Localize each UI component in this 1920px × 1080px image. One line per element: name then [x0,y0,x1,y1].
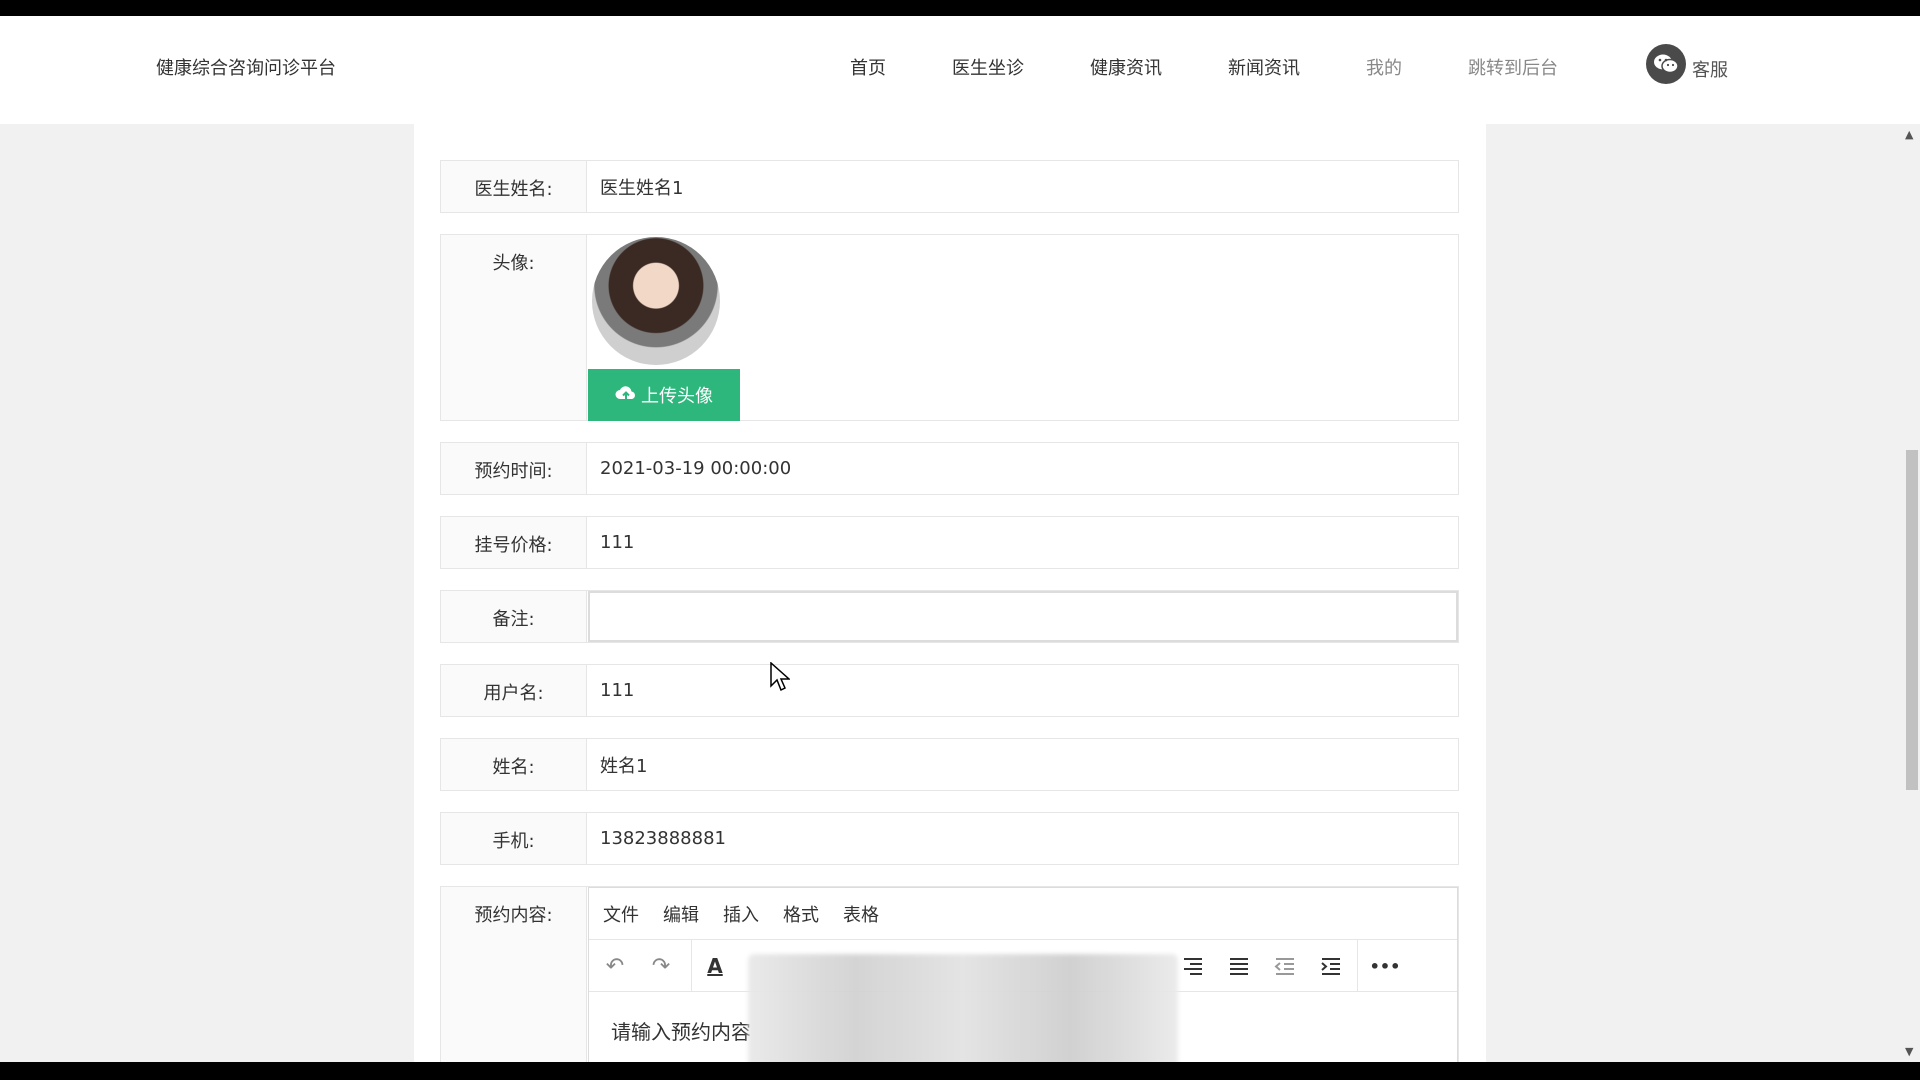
username-field[interactable]: 111 [588,665,1458,716]
name-label: 姓名: [441,739,587,790]
appointment-time-label: 预约时间: [441,443,587,494]
outdent-icon[interactable] [1269,950,1301,982]
avatar-label: 头像: [441,235,587,420]
detail-form-panel: 医生姓名: 医生姓名1 头像: 上传头像 预约时间: 2021-03-19 00… [414,124,1486,1062]
doctor-name-field[interactable]: 医生姓名1 [588,161,1458,212]
upload-avatar-button[interactable]: 上传头像 [588,369,740,421]
browser-viewport: 健康综合咨询问诊平台 首页 医生坐诊 健康资讯 新闻资讯 我的 跳转到后台 客服… [0,16,1920,1062]
avatar-row: 头像: 上传头像 [440,234,1459,421]
align-right-icon[interactable] [1177,950,1209,982]
phone-row: 手机: 13823888881 [440,812,1459,865]
toolbar-divider [691,940,692,992]
username-row: 用户名: 111 [440,664,1459,717]
avatar-area: 上传头像 [588,235,1458,421]
remark-label: 备注: [441,591,587,642]
redo-icon[interactable]: ↷ [645,950,677,982]
menu-format[interactable]: 格式 [783,901,819,927]
editor-menubar: 文件 编辑 插入 格式 表格 [589,888,1457,940]
align-justify-icon[interactable] [1223,950,1255,982]
top-navigation-bar: 健康综合咨询问诊平台 首页 医生坐诊 健康资讯 新闻资讯 我的 跳转到后台 客服 [0,16,1920,124]
name-field[interactable]: 姓名1 [588,739,1458,790]
remark-input[interactable] [588,591,1458,642]
indent-icon[interactable] [1315,950,1347,982]
avatar-image [592,237,720,365]
mouse-cursor-icon [770,661,791,696]
blurred-overlay [748,954,1178,1062]
appointment-time-field[interactable]: 2021-03-19 00:00:00 [588,443,1458,494]
username-label: 用户名: [441,665,587,716]
appointment-time-row: 预约时间: 2021-03-19 00:00:00 [440,442,1459,495]
nav-home[interactable]: 首页 [850,54,886,80]
menu-file[interactable]: 文件 [603,901,639,927]
cloud-upload-icon [615,384,637,407]
nav-backend[interactable]: 跳转到后台 [1468,54,1558,80]
content-label: 预约内容: [441,887,587,1062]
more-icon[interactable]: ••• [1369,950,1401,982]
site-brand[interactable]: 健康综合咨询问诊平台 [156,54,336,80]
doctor-name-label: 医生姓名: [441,161,587,212]
name-row: 姓名: 姓名1 [440,738,1459,791]
menu-edit[interactable]: 编辑 [663,901,699,927]
price-label: 挂号价格: [441,517,587,568]
wechat-icon [1646,44,1686,84]
customer-service[interactable]: 客服 [1646,44,1728,84]
scroll-thumb[interactable] [1906,450,1918,790]
price-field[interactable]: 111 [588,517,1458,568]
nav-health-info[interactable]: 健康资讯 [1090,54,1162,80]
remark-row: 备注: [440,590,1459,643]
undo-icon[interactable]: ↶ [599,950,631,982]
nav-mine[interactable]: 我的 [1366,54,1402,80]
nav-doctor-consultation[interactable]: 医生坐诊 [952,54,1024,80]
price-row: 挂号价格: 111 [440,516,1459,569]
upload-avatar-label: 上传头像 [641,386,713,406]
page-scrollbar[interactable]: ▲ ▼ [1902,124,1920,1062]
service-label: 客服 [1692,60,1728,81]
doctor-name-row: 医生姓名: 医生姓名1 [440,160,1459,213]
menu-table[interactable]: 表格 [843,901,879,927]
main-nav: 首页 医生坐诊 健康资讯 新闻资讯 我的 跳转到后台 [850,54,1624,80]
phone-field[interactable]: 13823888881 [588,813,1458,864]
toolbar-divider [1357,940,1358,992]
text-color-icon[interactable]: A [699,950,731,982]
phone-label: 手机: [441,813,587,864]
menu-insert[interactable]: 插入 [723,901,759,927]
nav-news[interactable]: 新闻资讯 [1228,54,1300,80]
scroll-up-arrow-icon[interactable]: ▲ [1905,128,1913,141]
scroll-down-arrow-icon[interactable]: ▼ [1905,1045,1913,1058]
editor-placeholder[interactable]: 请输入预约内容 [611,1016,751,1045]
